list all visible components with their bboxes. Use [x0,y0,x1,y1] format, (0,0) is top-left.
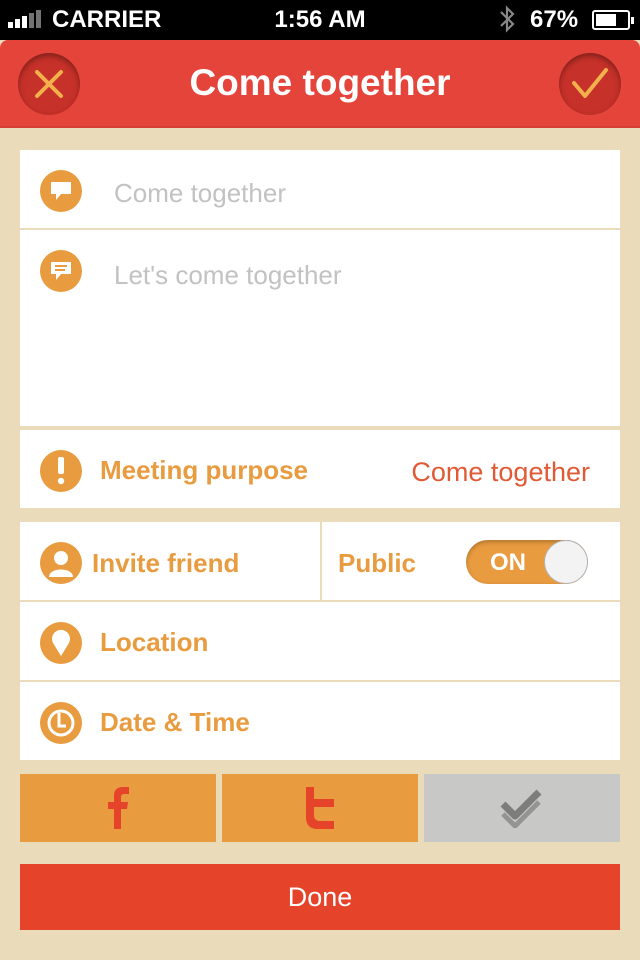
toggle-state: ON [490,549,526,576]
twitter-icon [306,787,334,829]
checkmark-icon [572,68,608,98]
date-time-row[interactable]: Date & Time [20,682,620,760]
meeting-purpose-row[interactable]: Meeting purpose Come together [20,430,620,508]
map-pin-icon [40,622,82,664]
title-placeholder: Come together [114,178,286,208]
person-icon [40,542,82,584]
speech-bubble-icon [40,170,82,212]
twitter-share-button[interactable] [222,774,418,842]
done-button[interactable]: Done [20,864,620,930]
date-time-label: Date & Time [100,707,250,737]
battery-fill [596,14,617,26]
status-bar: CARRIER 1:56 AM 67% [0,0,640,40]
public-row: Public ON [322,522,620,600]
description-field[interactable]: Let's come together [20,230,620,426]
invite-friend-label: Invite friend [92,548,240,578]
public-label: Public [338,548,417,578]
meeting-purpose-label: Meeting purpose [100,455,309,485]
battery-percent: 67% [530,6,579,33]
facebook-icon [108,787,129,829]
location-label: Location [100,627,209,657]
nav-bar: Come together [0,40,640,128]
battery-icon [592,10,634,30]
message-icon [40,250,82,292]
meeting-purpose-value: Come together [411,457,590,487]
description-placeholder: Let's come together [114,260,342,290]
toggle-knob [544,540,588,584]
page-title: Come together [189,62,451,103]
location-row[interactable]: Location [20,602,620,680]
clock-icon [40,702,82,744]
foursquare-icon [500,789,542,828]
bluetooth-icon [498,4,516,41]
facebook-share-button[interactable] [20,774,216,842]
foursquare-share-button[interactable] [424,774,620,842]
title-field[interactable]: Come together [20,150,620,228]
invite-friend-button[interactable]: Invite friend [20,522,320,600]
confirm-button[interactable] [559,53,621,115]
exclamation-icon [40,450,82,492]
public-toggle[interactable]: ON [466,540,588,584]
